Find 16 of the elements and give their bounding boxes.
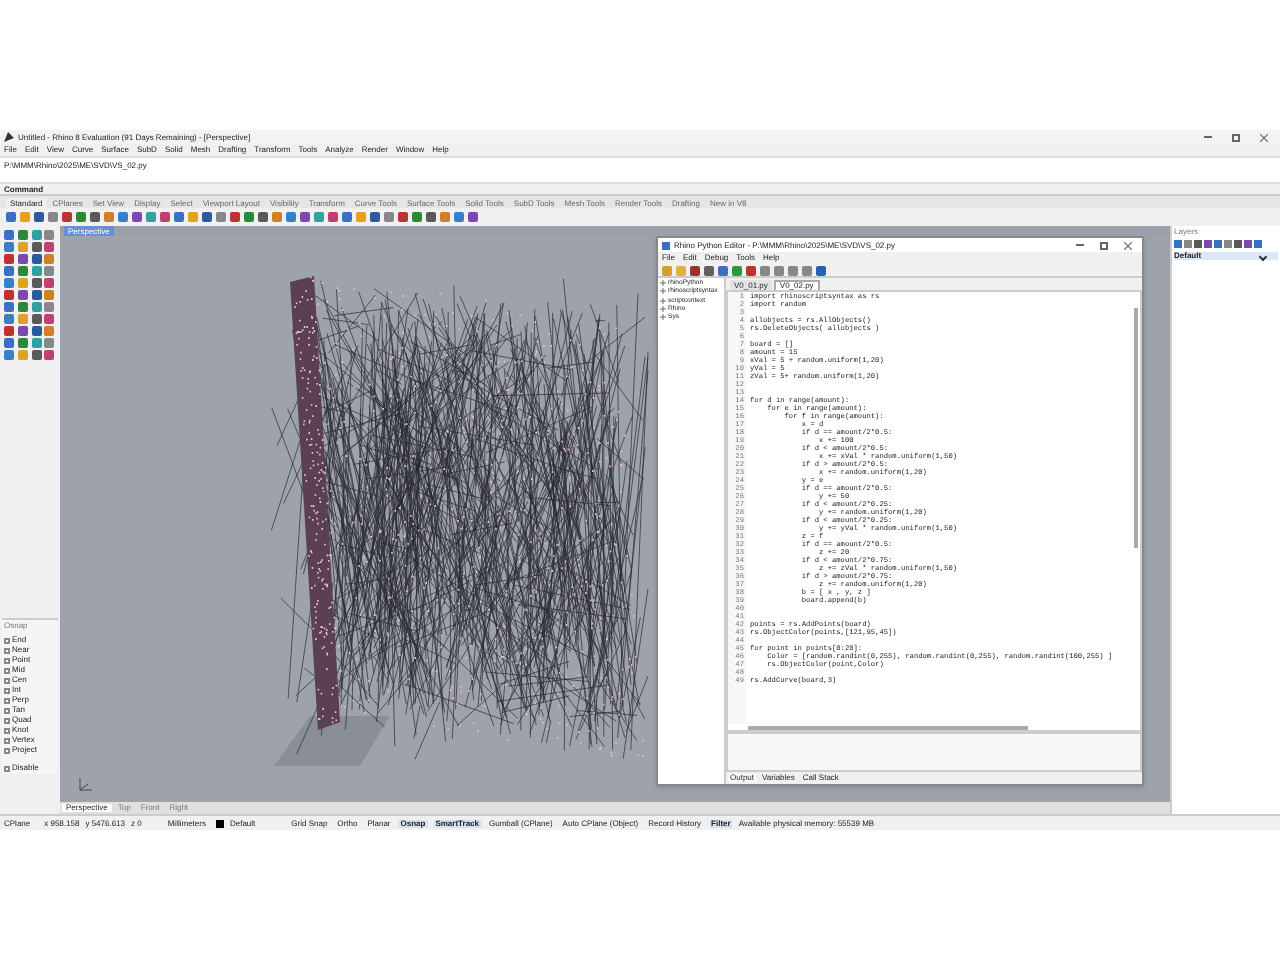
- expand-icon[interactable]: [660, 280, 666, 287]
- expand-icon[interactable]: [660, 306, 666, 313]
- expand-icon[interactable]: [660, 314, 666, 321]
- expand-icon[interactable]: [660, 297, 666, 304]
- maximize-icon[interactable]: [1100, 241, 1108, 249]
- maximize-icon[interactable]: [1232, 133, 1240, 141]
- vertical-scrollbar[interactable]: [1134, 308, 1138, 548]
- viewport[interactable]: [60, 236, 1170, 802]
- app-logo-icon: [4, 132, 14, 142]
- python-logo-icon: [662, 241, 670, 249]
- close-icon[interactable]: [1124, 241, 1132, 249]
- expand-icon[interactable]: [660, 288, 666, 295]
- axis-icon: [76, 774, 96, 794]
- layer-color-swatch: [215, 819, 224, 827]
- horizontal-scrollbar[interactable]: [748, 725, 1028, 729]
- close-icon[interactable]: [1260, 133, 1268, 141]
